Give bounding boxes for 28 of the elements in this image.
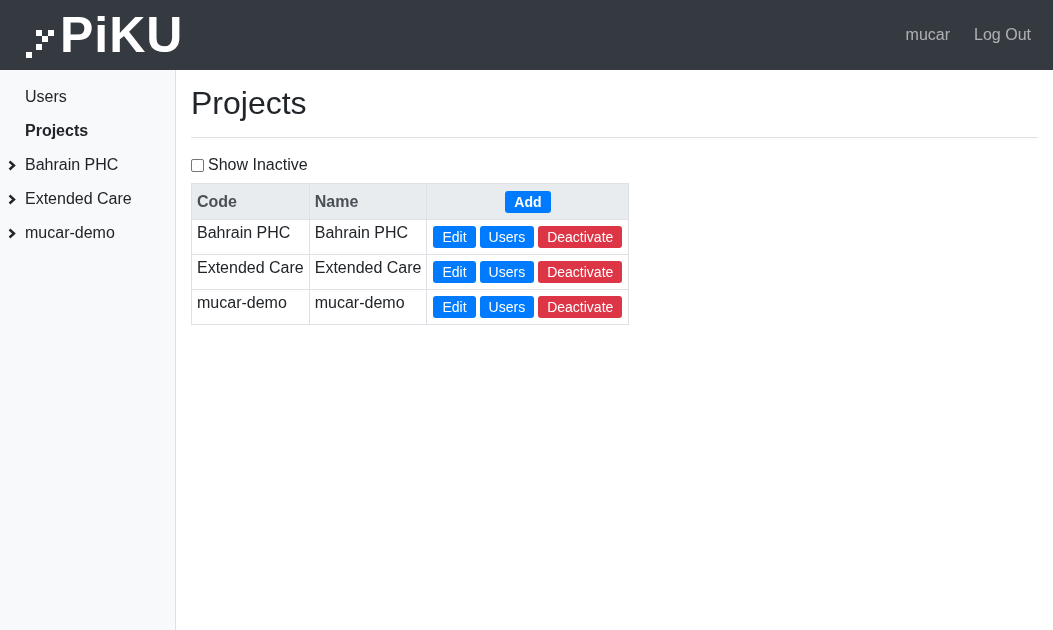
logo[interactable]: PiKU: [60, 10, 184, 60]
sidebar-link[interactable]: Users: [0, 80, 175, 114]
users-button[interactable]: Users: [479, 296, 535, 319]
edit-button[interactable]: Edit: [433, 226, 476, 249]
table-cell: mucar-demo: [309, 289, 427, 325]
sidebar-link[interactable]: Projects: [0, 114, 175, 148]
deactivate-button[interactable]: Deactivate: [538, 226, 623, 249]
edit-button[interactable]: Edit: [433, 261, 476, 284]
sidebar-group[interactable]: Bahrain PHC: [0, 148, 175, 182]
nav-link[interactable]: mucar: [893, 18, 963, 52]
column-header: Name: [309, 183, 427, 220]
table-cell: Extended Care: [309, 254, 427, 290]
table-cell: Bahrain PHC: [191, 219, 310, 255]
nav-link[interactable]: Log Out: [962, 18, 1043, 52]
add-button[interactable]: Add: [505, 190, 551, 213]
page-title: Projects: [191, 86, 308, 122]
edit-button[interactable]: Edit: [433, 296, 476, 319]
sidebar-group[interactable]: Extended Care: [0, 182, 175, 216]
table-cell: mucar-demo: [191, 289, 310, 325]
users-button[interactable]: Users: [479, 261, 535, 284]
checkbox-icon[interactable]: [191, 158, 204, 172]
deactivate-button[interactable]: Deactivate: [538, 296, 623, 319]
column-header: Code: [191, 183, 310, 220]
deactivate-button[interactable]: Deactivate: [538, 261, 623, 284]
table-cell: Bahrain PHC: [309, 219, 427, 255]
table-cell: Extended Care: [191, 254, 310, 290]
sidebar-group[interactable]: mucar-demo: [0, 216, 175, 250]
users-button[interactable]: Users: [479, 226, 535, 249]
